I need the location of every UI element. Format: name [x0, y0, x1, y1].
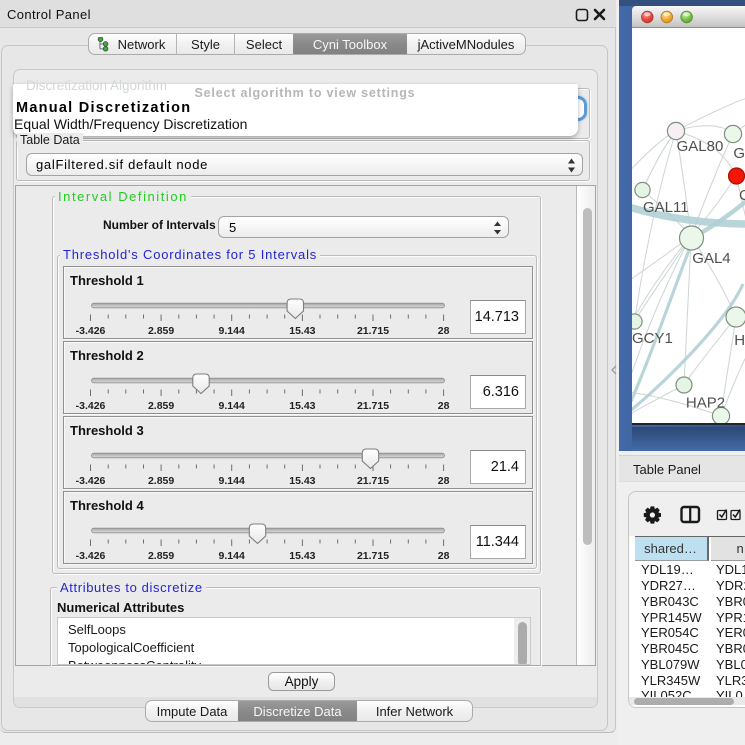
svg-text:9.144: 9.144 [219, 550, 245, 562]
svg-text:21.715: 21.715 [357, 550, 389, 562]
svg-text:9.144: 9.144 [219, 325, 245, 337]
svg-text:15.43: 15.43 [289, 325, 315, 337]
svg-text:21.715: 21.715 [357, 475, 389, 487]
svg-text:15.43: 15.43 [289, 400, 315, 412]
svg-text:2.859: 2.859 [148, 400, 174, 412]
svg-text:28: 28 [438, 400, 450, 412]
svg-text:21.715: 21.715 [357, 400, 389, 412]
svg-text:9.144: 9.144 [219, 475, 245, 487]
svg-text:28: 28 [438, 475, 450, 487]
svg-text:2.859: 2.859 [148, 475, 174, 487]
svg-text:21.715: 21.715 [357, 325, 389, 337]
svg-text:-3.426: -3.426 [76, 475, 106, 487]
svg-text:15.43: 15.43 [289, 550, 315, 562]
svg-text:H: H [734, 332, 745, 349]
svg-text:GAL11: GAL11 [643, 199, 689, 216]
svg-text:-3.426: -3.426 [76, 550, 106, 562]
svg-text:28: 28 [438, 325, 450, 337]
svg-text:2.859: 2.859 [148, 325, 174, 337]
svg-text:GCY1: GCY1 [632, 330, 673, 347]
svg-text:9.144: 9.144 [219, 400, 245, 412]
svg-text:C: C [739, 187, 745, 204]
svg-text:28: 28 [438, 550, 450, 562]
svg-text:GAL4: GAL4 [692, 250, 730, 267]
svg-text:-3.426: -3.426 [76, 400, 106, 412]
svg-text:-3.426: -3.426 [76, 325, 106, 337]
svg-text:GA: GA [733, 145, 745, 162]
svg-text:HAP2: HAP2 [686, 395, 725, 412]
svg-text:15.43: 15.43 [289, 475, 315, 487]
svg-text:2.859: 2.859 [148, 550, 174, 562]
svg-text:GAL80: GAL80 [677, 138, 724, 155]
